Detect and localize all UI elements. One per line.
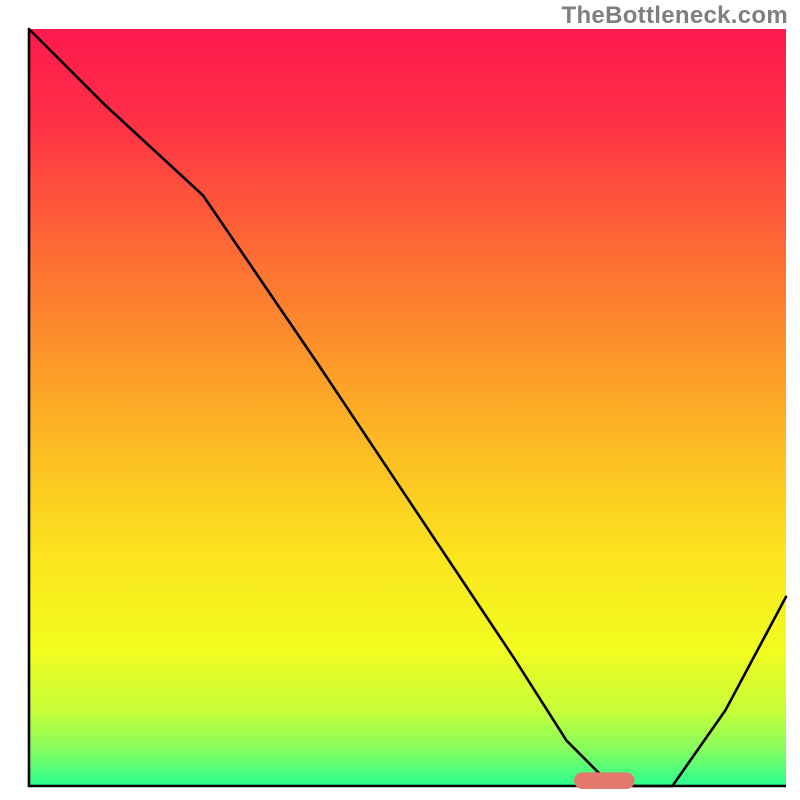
optimal-marker xyxy=(574,772,635,789)
watermark-label: TheBottleneck.com xyxy=(562,2,788,30)
chart-container: TheBottleneck.com xyxy=(0,0,800,800)
plot-background xyxy=(29,29,786,786)
bottleneck-chart xyxy=(0,0,800,800)
